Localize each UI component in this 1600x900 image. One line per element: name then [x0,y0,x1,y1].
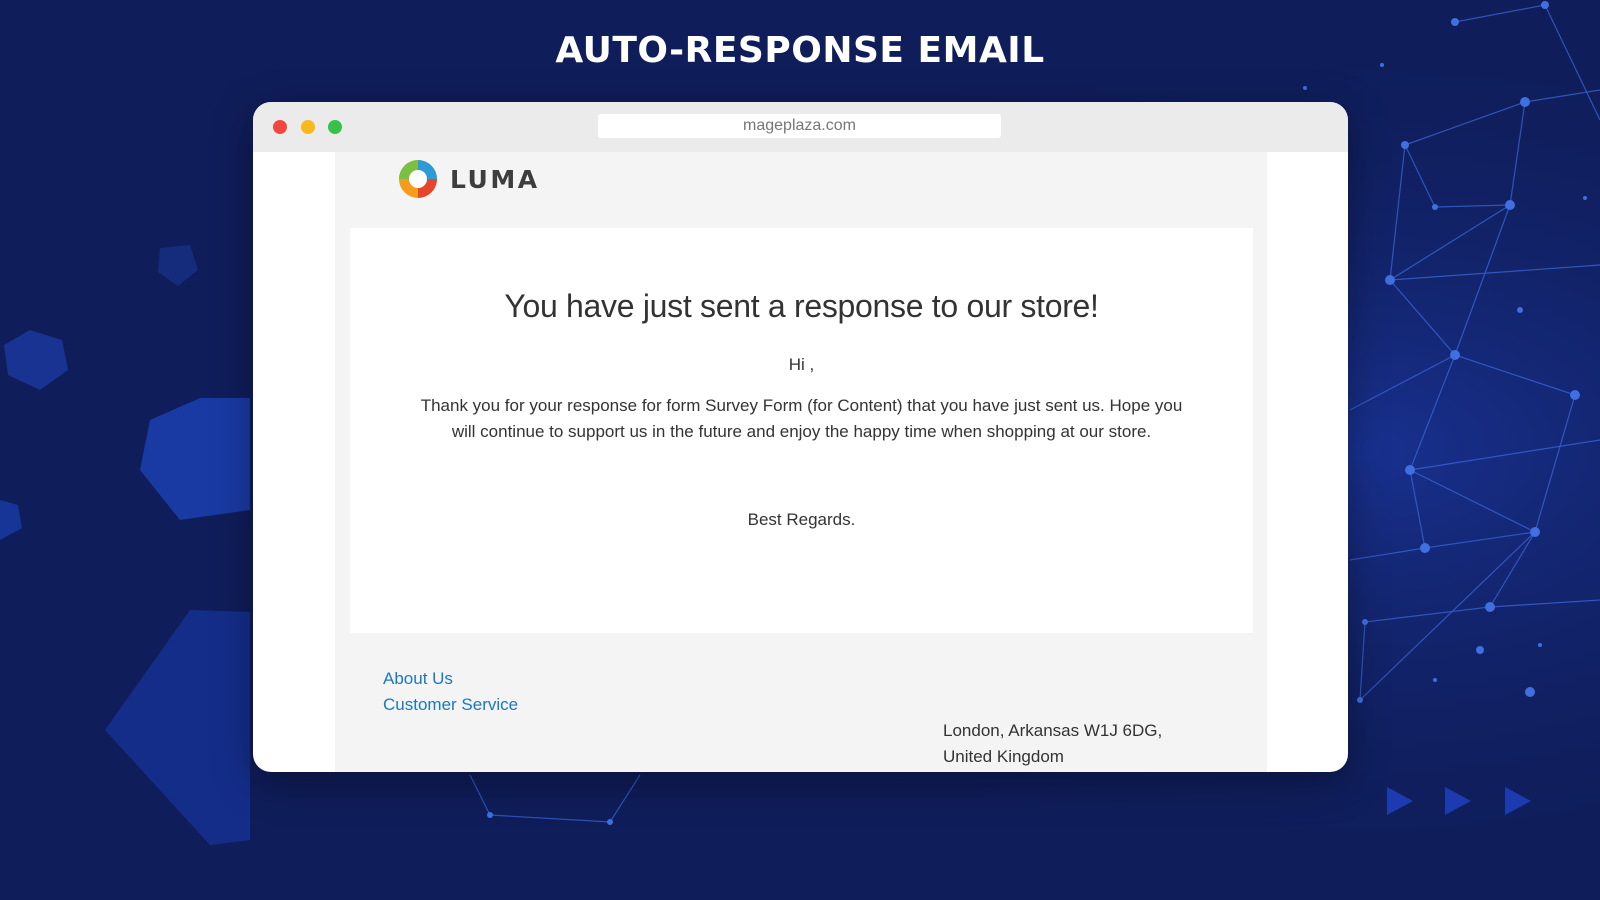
address-bar[interactable]: mageplaza.com [598,114,1001,138]
email-greeting: Hi , [788,355,815,374]
brand-name: LUMA [450,164,540,194]
address-line: United Kingdom [943,747,1064,766]
customer-service-link[interactable]: Customer Service [383,695,518,715]
email-card: You have just sent a response to our sto… [350,228,1253,633]
banner-title: AUTO-RESPONSE EMAIL [555,30,1045,71]
browser-window: mageplaza.com LUMA You have just sent a … [253,102,1348,772]
luma-logo-icon [399,160,437,198]
brand-logo[interactable]: LUMA [397,159,540,199]
browser-titlebar: mageplaza.com [253,102,1348,152]
about-us-link[interactable]: About Us [383,669,453,689]
minimize-window-button[interactable] [301,120,315,134]
email-body: LUMA You have just sent a response to ou… [335,152,1267,772]
email-message: Thank you for your response for form Sur… [420,396,1183,441]
address-line: London, Arkansas W1J 6DG, [943,721,1163,740]
maximize-window-button[interactable] [328,120,342,134]
email-signoff: Best Regards. [747,510,856,529]
close-window-button[interactable] [273,120,287,134]
store-address: London, Arkansas W1J 6DG, United Kingdom [943,718,1162,770]
email-headline: You have just sent a response to our sto… [504,288,1099,324]
